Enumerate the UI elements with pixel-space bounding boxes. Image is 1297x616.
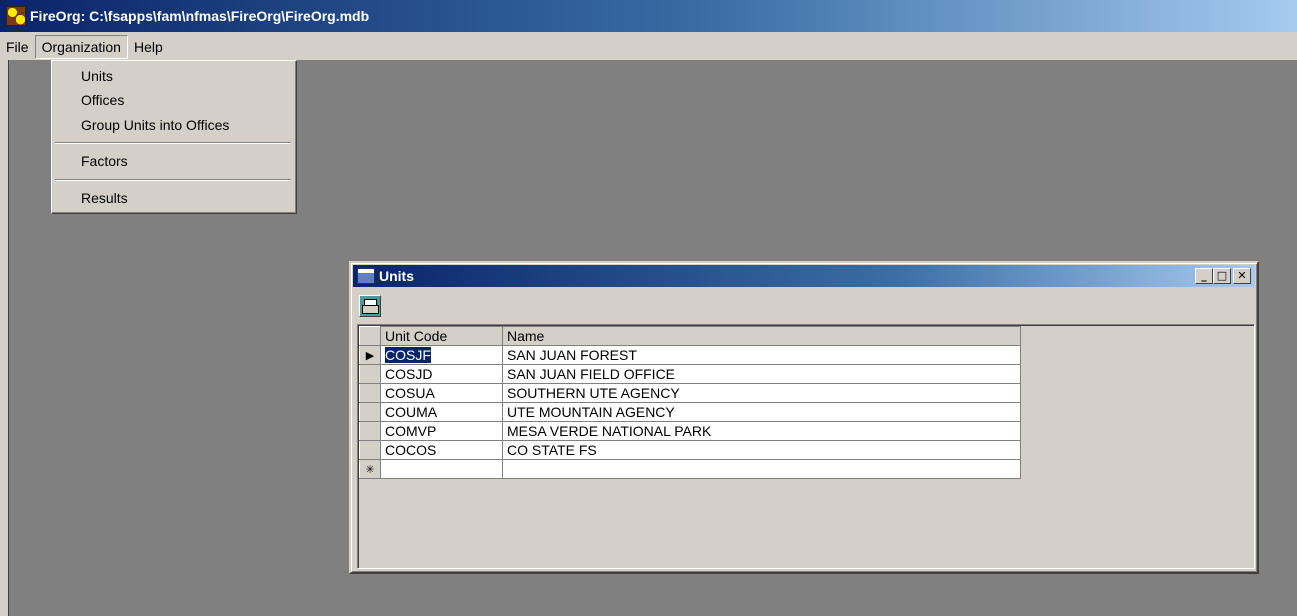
unit-code-cell[interactable]: COSJD	[380, 364, 503, 384]
menu-item-results[interactable]: Results	[81, 188, 128, 208]
name-cell[interactable]: MESA VERDE NATIONAL PARK	[502, 421, 1021, 441]
menu-separator	[55, 179, 291, 181]
menu-organization[interactable]: Organization	[34, 35, 128, 59]
print-button[interactable]	[359, 295, 381, 317]
table-row[interactable]: COUMA UTE MOUNTAIN AGENCY	[359, 402, 1021, 422]
menu-item-offices[interactable]: Offices	[81, 90, 124, 110]
form-icon[interactable]	[357, 268, 375, 284]
minimize-button[interactable]: _	[1195, 268, 1213, 284]
main-title-bar[interactable]: FireOrg: C:\fsapps\fam\nfmas\FireOrg\Fir…	[0, 0, 1297, 32]
close-button[interactable]: ✕	[1233, 268, 1251, 284]
column-header-name[interactable]: Name	[502, 326, 1021, 346]
row-selector[interactable]	[359, 440, 381, 460]
select-all-corner[interactable]	[359, 326, 381, 346]
name-cell[interactable]: SAN JUAN FIELD OFFICE	[502, 364, 1021, 384]
new-record-marker[interactable]: ✳	[359, 459, 381, 479]
table-row[interactable]: COCOS CO STATE FS	[359, 440, 1021, 460]
row-selector[interactable]	[359, 402, 381, 422]
table-header-row: Unit Code Name	[359, 326, 1021, 346]
maximize-button[interactable]: □	[1213, 268, 1231, 284]
units-window-title-bar[interactable]: Units _ □ ✕	[353, 265, 1255, 287]
menu-help[interactable]: Help	[128, 35, 169, 59]
unit-code-cell[interactable]: COUMA	[380, 402, 503, 422]
menu-item-group-units-into-offices[interactable]: Group Units into Offices	[81, 115, 229, 135]
row-selector[interactable]	[359, 383, 381, 403]
fireorg-app-icon[interactable]	[6, 6, 26, 26]
window-title: FireOrg: C:\fsapps\fam\nfmas\FireOrg\Fir…	[30, 8, 370, 24]
menu-separator	[55, 142, 291, 144]
table-row[interactable]: COSJD SAN JUAN FIELD OFFICE	[359, 364, 1021, 384]
menu-item-units[interactable]: Units	[81, 66, 113, 86]
fireorg-app: FireOrg: C:\fsapps\fam\nfmas\FireOrg\Fir…	[0, 0, 1297, 616]
name-cell[interactable]: UTE MOUNTAIN AGENCY	[502, 402, 1021, 422]
name-cell[interactable]: CO STATE FS	[502, 440, 1021, 460]
name-cell[interactable]: SAN JUAN FOREST	[502, 345, 1021, 365]
units-table: Unit Code Name ▶ COSJF SAN JUAN FOREST C…	[359, 326, 1021, 479]
column-header-unit-code[interactable]: Unit Code	[380, 326, 503, 346]
menu-bar: File Organization Help	[0, 35, 1297, 59]
units-window-title: Units	[379, 268, 414, 284]
name-cell[interactable]: SOUTHERN UTE AGENCY	[502, 383, 1021, 403]
table-row[interactable]: ▶ COSJF SAN JUAN FOREST	[359, 345, 1021, 365]
table-row[interactable]: COSUA SOUTHERN UTE AGENCY	[359, 383, 1021, 403]
unit-code-cell[interactable]: COCOS	[380, 440, 503, 460]
row-selector-current[interactable]: ▶	[359, 345, 381, 365]
new-record-row[interactable]: ✳	[359, 459, 1021, 479]
unit-code-value: COSJF	[385, 347, 431, 363]
organization-menu-dropdown: Units Offices Group Units into Offices F…	[51, 60, 297, 214]
printer-icon-body	[362, 305, 379, 314]
row-selector[interactable]	[359, 364, 381, 384]
unit-code-cell[interactable]: COSJF	[380, 345, 503, 365]
menu-item-factors[interactable]: Factors	[81, 151, 128, 171]
unit-code-cell[interactable]: COMVP	[380, 421, 503, 441]
table-row[interactable]: COMVP MESA VERDE NATIONAL PARK	[359, 421, 1021, 441]
unit-code-cell[interactable]: COSUA	[380, 383, 503, 403]
units-datasheet[interactable]: Unit Code Name ▶ COSJF SAN JUAN FOREST C…	[357, 324, 1255, 569]
units-window: Units _ □ ✕ Unit Code Name ▶ COSJF SAN J…	[349, 261, 1259, 574]
name-cell[interactable]	[502, 459, 1021, 479]
menu-file[interactable]: File	[0, 35, 35, 59]
row-selector[interactable]	[359, 421, 381, 441]
unit-code-cell[interactable]	[380, 459, 503, 479]
window-controls: _ □ ✕	[1195, 268, 1251, 284]
